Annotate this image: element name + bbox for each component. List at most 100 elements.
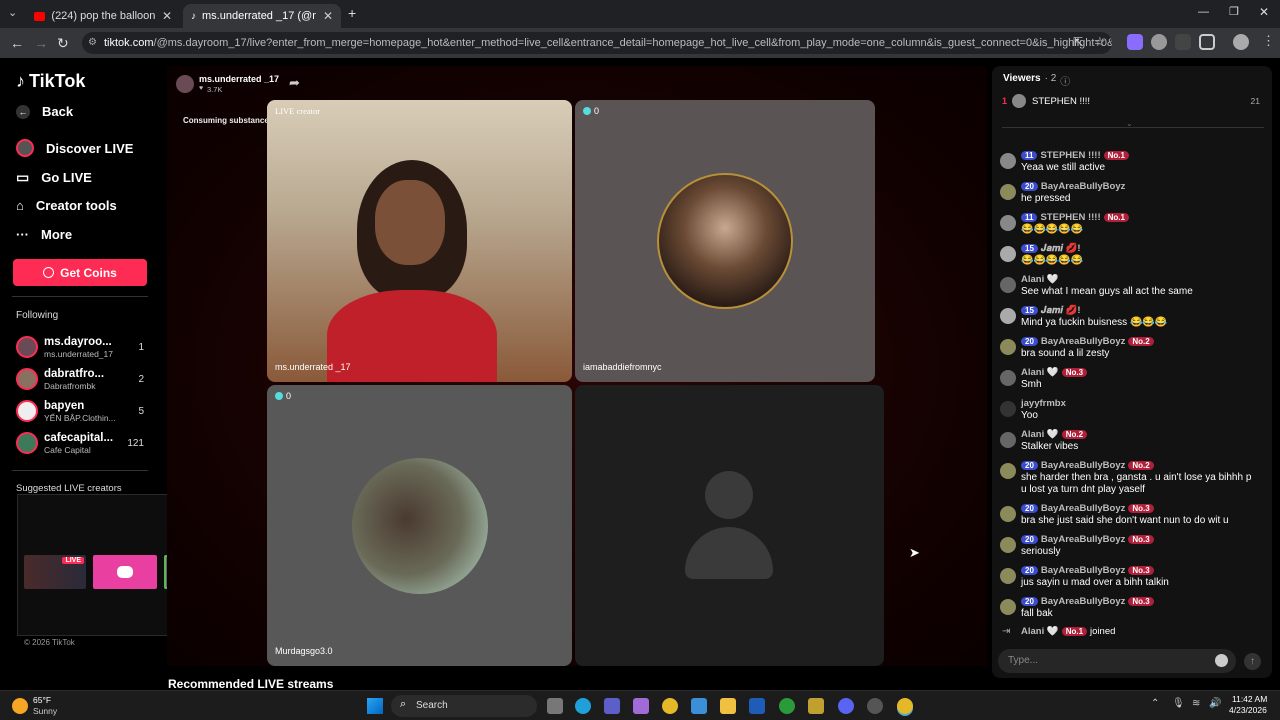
avatar[interactable]	[1000, 599, 1016, 615]
store-icon[interactable]	[691, 698, 707, 714]
chat-username[interactable]: BayAreaBullyBoyz	[1041, 460, 1125, 471]
chat-username[interactable]: BayAreaBullyBoyz	[1041, 181, 1125, 192]
top-viewer-row[interactable]: 1 STEPHEN !!!! 21	[1002, 94, 1264, 110]
avatar[interactable]	[1000, 277, 1016, 293]
chevron-down-icon[interactable]: ⌄	[1126, 119, 1133, 128]
avatar[interactable]	[1000, 506, 1016, 522]
chrome-active-icon[interactable]	[897, 698, 913, 714]
avatar[interactable]	[1000, 432, 1016, 448]
nav-discover-live[interactable]: Discover LIVE	[16, 139, 133, 157]
chat-username[interactable]: STEPHEN !!!!	[1040, 212, 1100, 223]
copilot-icon[interactable]	[633, 698, 649, 714]
chat-username[interactable]: BayAreaBullyBoyz	[1041, 565, 1125, 576]
avatar[interactable]	[1000, 463, 1016, 479]
avatar[interactable]	[1000, 370, 1016, 386]
tray-chevron-icon[interactable]: ⌃	[1151, 698, 1159, 709]
chat-username[interactable]: Alani 🤍	[1021, 367, 1059, 378]
chat-username[interactable]: Alani 🤍	[1021, 429, 1059, 440]
avatar[interactable]	[1000, 184, 1016, 200]
emoji-icon[interactable]	[1215, 654, 1228, 667]
close-tab-icon[interactable]: ✕	[323, 9, 333, 23]
new-tab-icon[interactable]: +	[348, 5, 356, 21]
following-item[interactable]: dabratfro... Dabratfrombk 2	[16, 368, 148, 398]
app-icon[interactable]	[808, 698, 824, 714]
weather-widget[interactable]: 65°F Sunny	[12, 694, 82, 718]
windows-start-icon[interactable]	[367, 698, 383, 714]
back-link[interactable]: ← Back	[16, 104, 73, 119]
chat-username[interactable]: BayAreaBullyBoyz	[1041, 336, 1125, 347]
extensions-puzzle-icon[interactable]	[1199, 34, 1215, 50]
extension-icon[interactable]	[1151, 34, 1167, 50]
nav-go-live[interactable]: ▭ Go LIVE	[16, 169, 92, 186]
taskbar-search[interactable]: ⌕ Search	[391, 695, 537, 717]
forward-icon[interactable]: →	[34, 35, 48, 51]
app-icon[interactable]	[749, 698, 765, 714]
teams-icon[interactable]	[604, 698, 620, 714]
browser-menu-icon[interactable]: ⋮	[1262, 33, 1275, 49]
edge-icon[interactable]	[575, 698, 591, 714]
avatar[interactable]	[1000, 308, 1016, 324]
following-item[interactable]: ms.dayroo... ms.underrated_17 1	[16, 336, 148, 366]
viewers-header[interactable]: Viewers · 2 ⓘ	[1003, 73, 1070, 88]
chat-username[interactable]: Alani 🤍	[1021, 626, 1059, 637]
task-view-icon[interactable]	[547, 698, 563, 714]
chat-username[interactable]: BayAreaBullyBoyz	[1041, 503, 1125, 514]
nav-creator-tools[interactable]: ⌂ Creator tools	[16, 198, 117, 213]
volume-icon[interactable]: 🔊	[1209, 698, 1221, 709]
clock-time[interactable]: 11:42 AM	[1232, 694, 1267, 704]
avatar[interactable]	[1000, 246, 1016, 262]
chat-username[interactable]: Alani 🤍	[1021, 274, 1059, 285]
profile-avatar[interactable]	[1233, 34, 1249, 50]
discord-thumbnail[interactable]	[93, 555, 157, 589]
chat-username[interactable]: jayyfrmbx	[1021, 398, 1066, 409]
file-explorer-icon[interactable]	[720, 698, 736, 714]
chat-username[interactable]: STEPHEN !!!!	[1040, 150, 1100, 161]
app-icon[interactable]	[867, 698, 883, 714]
clock-date[interactable]: 4/23/2026	[1229, 705, 1267, 715]
avatar[interactable]	[1000, 537, 1016, 553]
video-tile-host[interactable]: LIVE creator ms.underrated _17	[267, 100, 572, 382]
minimize-icon[interactable]: —	[1198, 6, 1209, 18]
get-coins-button[interactable]: Get Coins	[13, 259, 147, 286]
send-button[interactable]: ↑	[1244, 653, 1261, 670]
empty-guest-slot[interactable]	[575, 385, 884, 666]
nav-more[interactable]: ··· More	[16, 227, 72, 242]
wifi-icon[interactable]: ≋	[1192, 698, 1200, 709]
reload-icon[interactable]: ↻	[57, 35, 69, 52]
site-info-icon[interactable]: ⚙	[88, 32, 97, 54]
chrome-icon[interactable]	[662, 698, 678, 714]
video-tile-guest[interactable]: 0 iamabaddiefromnyc	[575, 100, 875, 382]
avatar[interactable]	[1000, 401, 1016, 417]
close-tab-icon[interactable]: ✕	[162, 9, 172, 23]
host-avatar[interactable]	[176, 75, 194, 93]
discord-icon[interactable]	[838, 698, 854, 714]
following-item[interactable]: cafecapital... Cafe Capital 121	[16, 432, 148, 462]
avatar[interactable]	[1000, 153, 1016, 169]
avatar[interactable]	[1000, 568, 1016, 584]
host-name[interactable]: ms.underrated _17	[199, 74, 279, 84]
chat-username[interactable]: BayAreaBullyBoyz	[1041, 596, 1125, 607]
address-bar[interactable]: ⚙ tiktok.com/@ms.dayroom_17/live?enter_f…	[82, 32, 1112, 54]
share-icon[interactable]: ➦	[289, 75, 300, 91]
following-item[interactable]: bapyen YẾN BẬP.Clothin... 5	[16, 400, 148, 430]
tab-tiktok[interactable]: ♪ ms.underrated _17 (@ms.dayro ✕	[183, 4, 341, 28]
window-close-icon[interactable]: ✕	[1259, 5, 1269, 19]
avatar[interactable]	[1000, 339, 1016, 355]
tab-list-icon[interactable]: ⌄	[8, 6, 17, 19]
tab-youtube[interactable]: (224) pop the balloon or find lo ✕	[26, 4, 180, 28]
live-thumbnail[interactable]: LIVE	[24, 555, 86, 589]
chat-username[interactable]: 𝑱𝒂𝒎𝒊 💋!	[1041, 305, 1081, 316]
back-icon[interactable]: ←	[10, 35, 24, 51]
xbox-icon[interactable]	[779, 698, 795, 714]
extension-icon[interactable]	[1175, 34, 1191, 50]
restore-icon[interactable]: ❐	[1229, 5, 1239, 18]
chat-input[interactable]: Type...	[998, 649, 1236, 673]
video-tile-guest[interactable]: 0 Murdagsgo3.0	[267, 385, 572, 666]
avatar[interactable]	[1000, 215, 1016, 231]
microphone-icon[interactable]: 🎙	[1172, 698, 1185, 709]
chat-username[interactable]: 𝑱𝒂𝒎𝒊 💋!	[1041, 243, 1081, 254]
extension-icon[interactable]	[1127, 34, 1143, 50]
chat-username[interactable]: BayAreaBullyBoyz	[1041, 534, 1125, 545]
bookmark-star-icon[interactable]: ☆	[1094, 34, 1106, 50]
tiktok-logo[interactable]: ♪ TikTok	[16, 71, 85, 92]
